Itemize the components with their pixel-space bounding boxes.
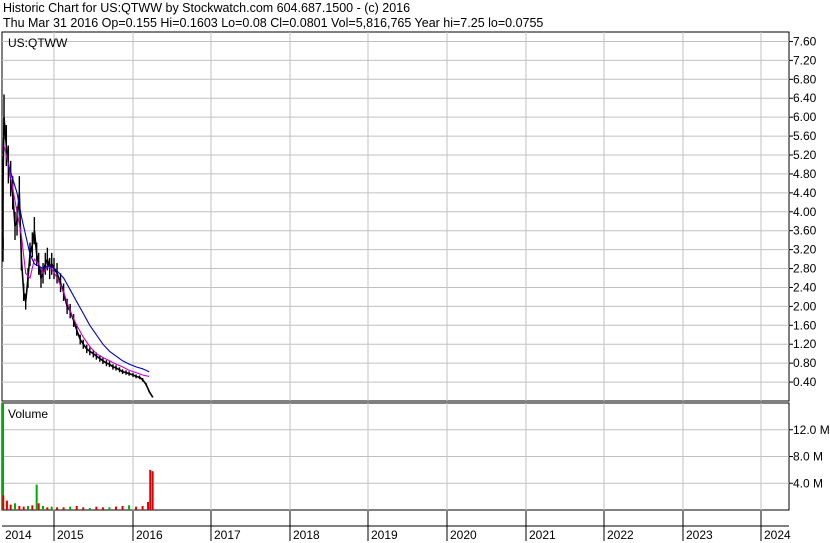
price-tick-label: 4.80 [793, 167, 817, 181]
price-tick-label: 6.40 [793, 91, 817, 105]
year-tick-label: 2014 [5, 528, 32, 542]
volume-bar [46, 507, 49, 510]
price-tick-label: 1.20 [793, 337, 817, 351]
year-tick-label: 2019 [371, 528, 398, 542]
volume-bar [135, 506, 138, 510]
price-panel [1, 31, 790, 402]
year-tick-label: 2018 [293, 528, 320, 542]
price-tick-label: 3.20 [793, 243, 817, 257]
volume-bar [101, 507, 104, 510]
volume-bar [69, 506, 72, 510]
volume-bar [56, 507, 59, 510]
price-axis: 0.40 0.80 1.20 1.60 2.00 2.40 2.80 3.20 3.60 4.00… [789, 34, 817, 389]
volume-bar [42, 505, 45, 510]
year-tick-label: 2024 [764, 528, 791, 542]
price-tick-label: 4.40 [793, 186, 817, 200]
price-tick-label: 7.20 [793, 53, 817, 67]
price-tick-label: 0.80 [793, 356, 817, 370]
price-tick-label: 6.00 [793, 110, 817, 124]
volume-bar [18, 505, 21, 510]
volume-bar [151, 471, 154, 510]
year-tick-label: 2015 [57, 528, 84, 542]
volume-bar [50, 506, 53, 510]
volume-tick-label: 4.0 M [793, 476, 823, 490]
price-panel-label: US:QTWW [8, 36, 68, 50]
volume-bar [62, 507, 65, 510]
volume-bar [128, 505, 131, 510]
volume-axis: 4.0 M 8.0 M 12.0 M [789, 423, 830, 490]
volume-bar [22, 506, 25, 510]
price-tick-label: 0.40 [793, 375, 817, 389]
volume-bar [9, 504, 12, 510]
year-tick-label: 2023 [686, 528, 713, 542]
volume-bar [14, 503, 16, 510]
price-tick-label: 7.60 [793, 34, 817, 48]
price-tick-label: 2.40 [793, 280, 817, 294]
price-tick-label: 2.80 [793, 262, 817, 276]
volume-bar [82, 507, 85, 510]
volume-bar [147, 501, 150, 510]
volume-bar [115, 506, 118, 510]
price-tick-label: 1.60 [793, 318, 817, 332]
volume-bar [75, 505, 78, 510]
volume-bar [88, 507, 91, 510]
price-tick-label: 5.20 [793, 148, 817, 162]
volume-panel-label: Volume [8, 407, 48, 421]
volume-bar [37, 503, 40, 510]
price-tick-label: 5.60 [793, 129, 817, 143]
volume-bar [141, 505, 144, 510]
year-tick-label: 2020 [450, 528, 477, 542]
volume-bar [108, 507, 111, 510]
volume-bar [95, 506, 98, 510]
year-tick-label: 2016 [136, 528, 163, 542]
stock-chart: 0.40 0.80 1.20 1.60 2.00 2.40 2.80 3.20 3.60 4.00… [1, 31, 830, 542]
volume-bar [27, 505, 29, 510]
volume-tick-label: 12.0 M [793, 423, 830, 437]
year-tick-label: 2022 [607, 528, 634, 542]
volume-bar [31, 505, 34, 510]
volume-bar [5, 500, 8, 510]
price-tick-label: 4.00 [793, 205, 817, 219]
volume-bar [35, 484, 38, 510]
volume-bar [2, 403, 4, 510]
price-tick-label: 3.60 [793, 224, 817, 238]
volume-tick-label: 8.0 M [793, 450, 823, 464]
year-tick-label: 2017 [214, 528, 241, 542]
price-tick-label: 2.00 [793, 299, 817, 313]
year-tick-label: 2021 [529, 528, 556, 542]
volume-bar [2, 495, 5, 510]
volume-bar [149, 469, 152, 510]
price-tick-label: 6.80 [793, 72, 817, 86]
volume-bar [121, 505, 124, 510]
